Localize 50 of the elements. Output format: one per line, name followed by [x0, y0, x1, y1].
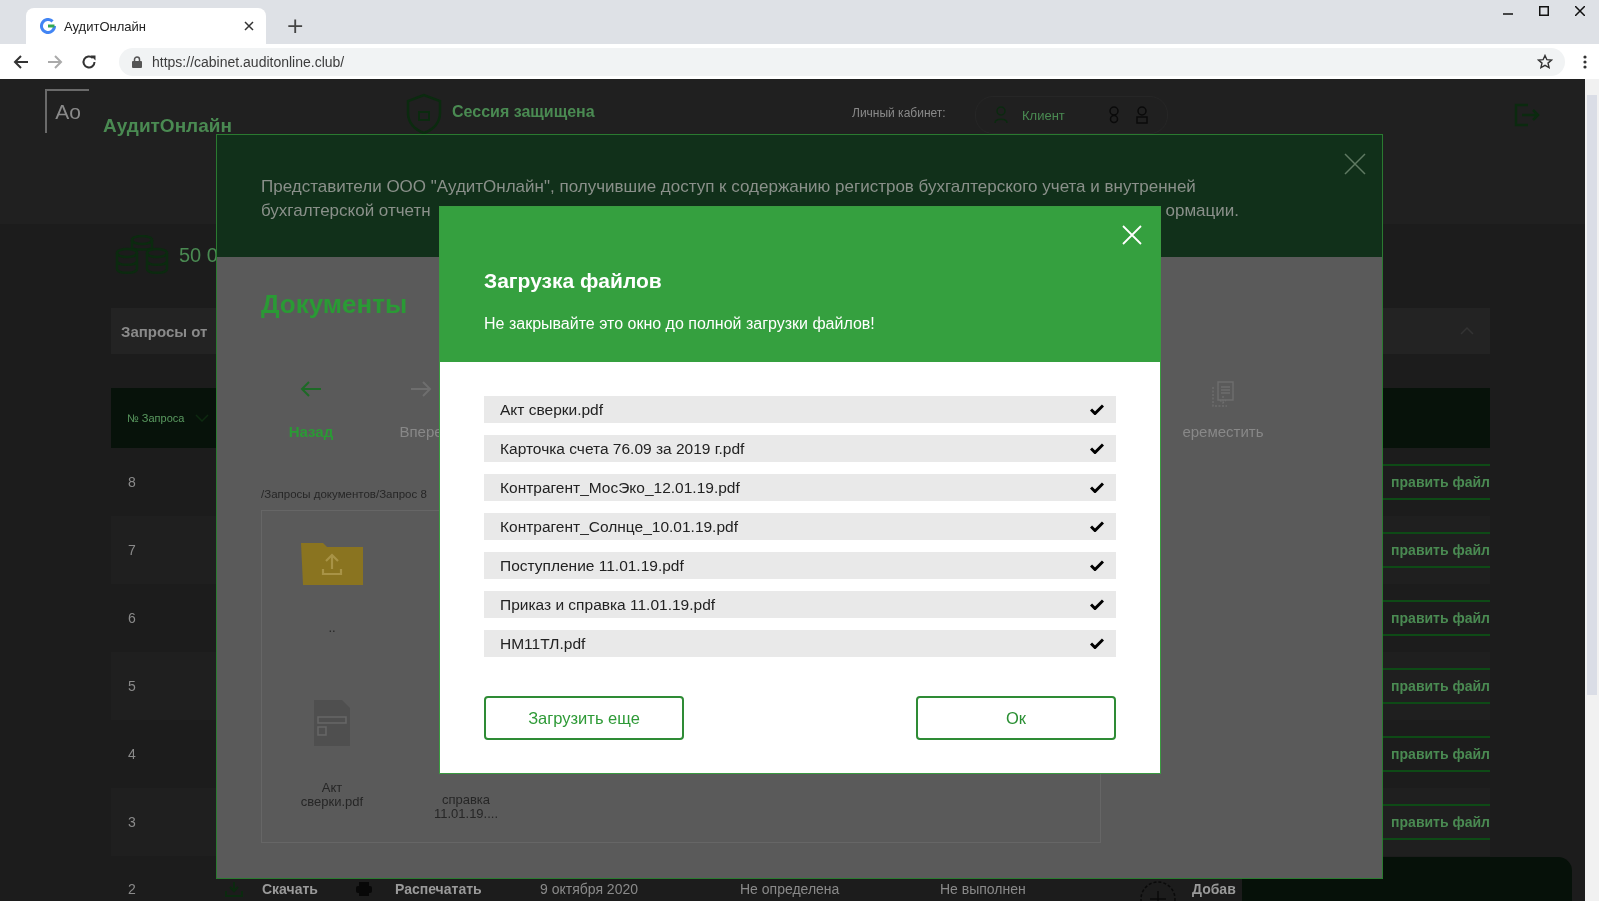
- table-cell-text: 8: [127, 474, 137, 490]
- favicon-icon: [40, 18, 56, 34]
- scrollbar[interactable]: [1585, 79, 1599, 901]
- table-cell-text: Не определена: [740, 881, 841, 897]
- new-tab-button[interactable]: +: [280, 13, 311, 38]
- file-name: Контрагент_МосЭко_12.01.19.pdf: [500, 478, 740, 497]
- folder-upload-icon[interactable]: [301, 541, 363, 585]
- file-name: Акт сверки.pdf: [500, 400, 604, 419]
- chevron-down-icon[interactable]: [195, 414, 209, 422]
- table-cell-text: 7: [127, 542, 137, 558]
- back-arrow-icon[interactable]: [13, 53, 29, 70]
- table-cell-text: 4: [127, 746, 137, 762]
- cabinet-label: Личный кабинет:: [852, 106, 947, 120]
- file-name: НМ11ТЛ.pdf: [500, 634, 586, 653]
- file-name: Контрагент_Солнце_10.01.19.pdf: [500, 517, 738, 536]
- warning-text: Не закрывайте это окно до полной загрузки файлов!: [484, 314, 876, 334]
- table-cell-text: 6: [127, 610, 137, 626]
- maximize-icon[interactable]: [1539, 6, 1549, 16]
- file-name: Приказ и справка 11.01.19.pdf: [500, 595, 716, 614]
- ok-button[interactable]: Ок: [916, 696, 1116, 740]
- table-cell-text: 2: [127, 881, 137, 897]
- table-cell-text: 5: [127, 678, 137, 694]
- dialog-title: Документы: [261, 288, 408, 321]
- star-icon[interactable]: [1537, 53, 1553, 70]
- back-arrow-icon: [300, 381, 322, 397]
- file-name: Поступление 11.01.19.pdf: [500, 556, 684, 575]
- table-cell-text: 9 октября 2020: [540, 881, 639, 897]
- address-field[interactable]: https://cabinet.auditonline.club/: [119, 47, 1565, 76]
- close-icon[interactable]: [244, 21, 254, 31]
- reload-icon[interactable]: [81, 53, 97, 70]
- add-button[interactable]: Добав: [1192, 881, 1236, 897]
- close-icon[interactable]: [1575, 6, 1585, 16]
- logo-text: АудитОнлайн: [103, 115, 233, 137]
- person-icon[interactable]: [1106, 106, 1121, 124]
- menu-icon[interactable]: [1583, 54, 1587, 69]
- print-link[interactable]: Распечатать: [395, 881, 540, 897]
- file-name: ..: [327, 621, 337, 635]
- browser-tab[interactable]: АудитОнлайн: [26, 8, 266, 44]
- session-status: Сессия защищена: [452, 103, 596, 121]
- table-cell-text: 3: [127, 814, 137, 830]
- notice-text: бухгалтерской отчетн: [261, 200, 431, 222]
- download-link[interactable]: Скачать: [262, 881, 355, 897]
- forward-arrow-icon[interactable]: [47, 53, 63, 70]
- lock-icon: [132, 55, 142, 68]
- table-cell-text: Не выполнен: [940, 881, 1027, 897]
- notice-text: ормации.: [1165, 200, 1239, 222]
- dialog-title: Загрузка файлов: [484, 268, 663, 294]
- logo-mark: Ao: [45, 89, 89, 133]
- upload-more-button[interactable]: Загрузить еще: [484, 696, 684, 740]
- notice-text: Представители ООО "АудитОнлайн", получившие доступ к содержанию регистров бухгалтерского учета и внутренней: [261, 176, 1197, 198]
